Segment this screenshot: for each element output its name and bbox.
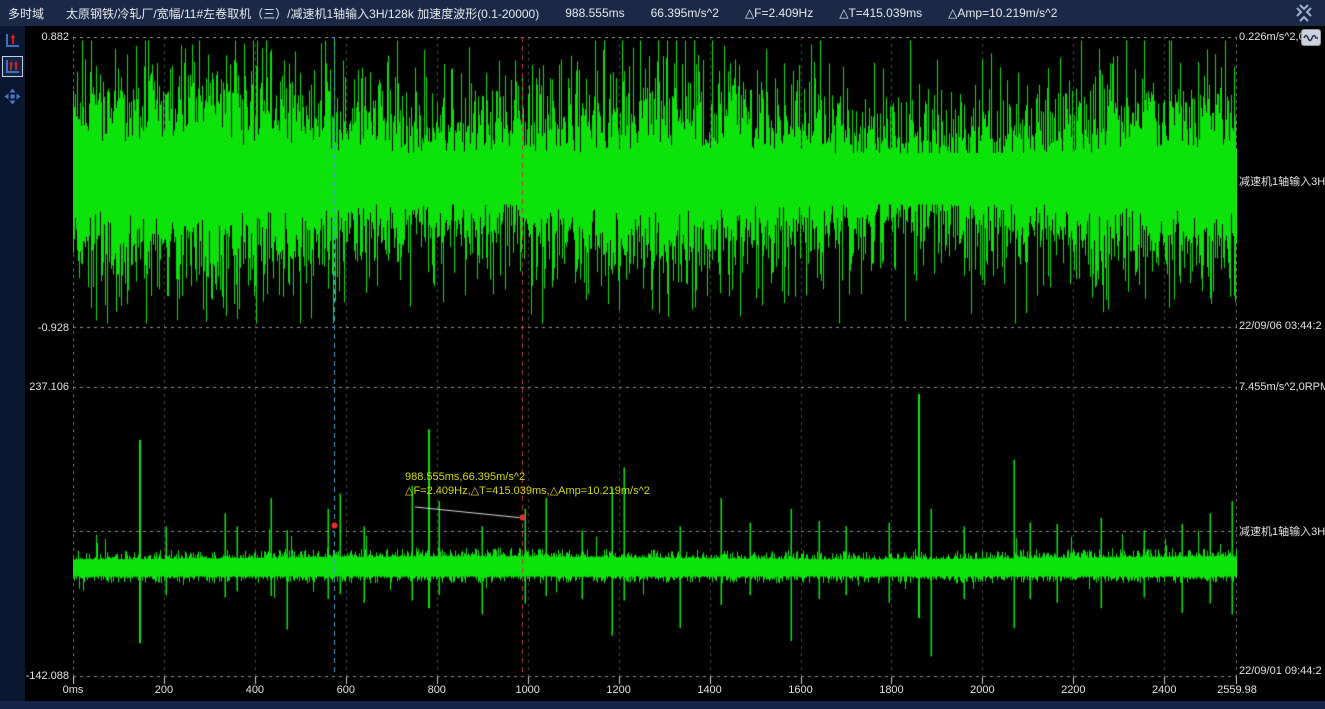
waveform-type-button[interactable]: [1301, 29, 1321, 46]
readout-delta-frequency: △F=2.409Hz: [745, 6, 813, 20]
waveform-canvas[interactable]: [73, 37, 1237, 685]
x-tick-label: 400: [246, 684, 264, 696]
plot2-channel-label: 减速机1轴输入3H: [1239, 526, 1325, 538]
cursor-annotation-line2: △F=2.409Hz,△T=415.039ms,△Amp=10.219m/s^2: [405, 485, 650, 498]
readout-cursor-time: 988.555ms: [565, 6, 624, 20]
pan-tool[interactable]: [2, 86, 23, 107]
multi-waveform-tool[interactable]: [2, 56, 23, 77]
x-tick-label: 1400: [697, 684, 721, 696]
x-tick-label: 600: [337, 684, 355, 696]
cursor-annotation-line1: 988.555ms,66.395m/s^2: [405, 471, 525, 484]
x-tick-label: 2400: [1152, 684, 1176, 696]
plot2-rms-rpm-label: 7.455m/s^2,0RPM: [1239, 381, 1325, 393]
x-tick-label: 1200: [606, 684, 630, 696]
plot1-timestamp-label: 22/09/06 03:44:2: [1239, 320, 1325, 332]
plot2-ymax-label: 237.106: [0, 381, 69, 393]
x-tick-label: 2559.98: [1217, 684, 1257, 696]
x-tick-label: 0ms: [63, 684, 84, 696]
x-tick-label: 800: [428, 684, 446, 696]
x-axis: 0ms2004006008001000120014001600180020002…: [73, 684, 1263, 700]
toolbar-sidebar: [0, 26, 25, 701]
mode-label[interactable]: 多时域: [8, 5, 44, 22]
plot2-timestamp-label: 22/09/01 09:44:2: [1239, 665, 1325, 677]
vibration-analysis-app: 多时域 太原钢铁/冷轧厂/宽幅/11#左卷取机（三）/减速机1轴输入3H/128…: [0, 0, 1325, 709]
collapse-arrows-icon[interactable]: [1295, 3, 1315, 23]
x-tick-label: 200: [155, 684, 173, 696]
titlebar: 多时域 太原钢铁/冷轧厂/宽幅/11#左卷取机（三）/减速机1轴输入3H/128…: [0, 0, 1325, 26]
x-tick-label: 1800: [879, 684, 903, 696]
multi-waveform-icon: [4, 58, 21, 75]
pan-move-icon: [4, 88, 21, 105]
readout-cursor-amplitude: 66.395m/s^2: [651, 6, 719, 20]
bottom-bar: [0, 701, 1325, 709]
x-tick-label: 2200: [1061, 684, 1085, 696]
x-tick-label: 2000: [970, 684, 994, 696]
sine-wave-icon: [1303, 32, 1319, 44]
plot1-ymax-label: 0.882: [0, 31, 69, 43]
x-tick-label: 1000: [515, 684, 539, 696]
plot2-ymin-label: -142.088: [0, 670, 69, 682]
readout-delta-time: △T=415.039ms: [839, 6, 922, 20]
x-tick-label: 1600: [788, 684, 812, 696]
plot1-ymin-label: -0.928: [0, 322, 69, 334]
signal-path-title: 太原钢铁/冷轧厂/宽幅/11#左卷取机（三）/减速机1轴输入3H/128k 加速…: [66, 5, 539, 22]
readout-delta-amplitude: △Amp=10.219m/s^2: [948, 6, 1057, 20]
plot1-channel-label: 减速机1轴输入3H: [1239, 176, 1325, 188]
